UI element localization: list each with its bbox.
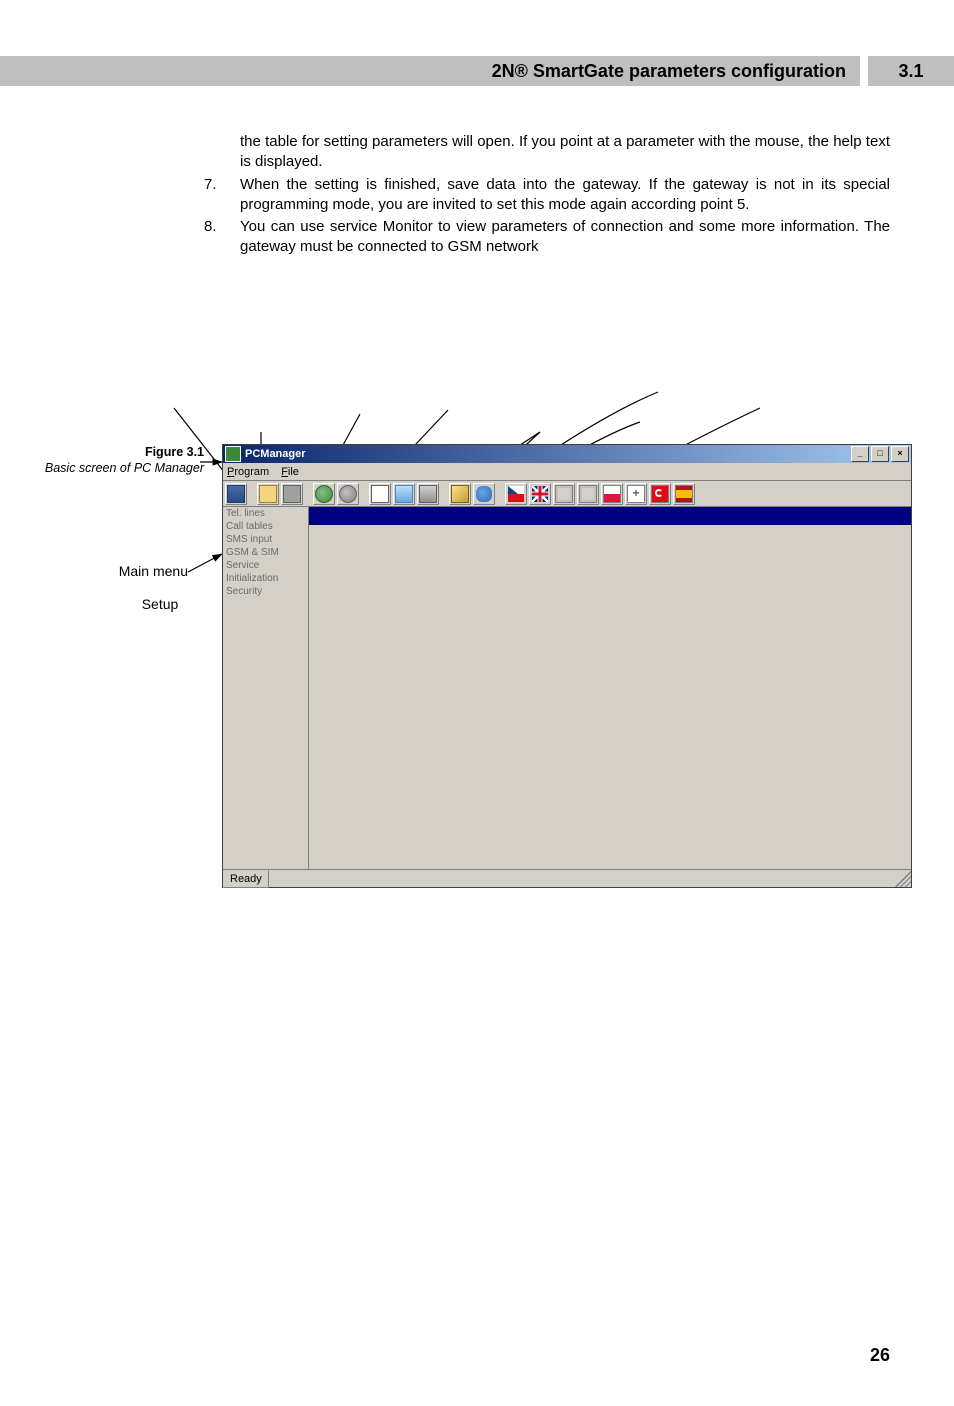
minimize-button[interactable]: _ (851, 446, 869, 462)
toolbar-open[interactable] (257, 483, 279, 505)
body-text: the table for setting parameters will op… (240, 132, 890, 258)
toolbar-lang-3[interactable] (553, 483, 575, 505)
content-header-bar (309, 507, 911, 525)
menu-program[interactable]: Program (227, 466, 269, 478)
toolbar-default-new[interactable] (369, 483, 391, 505)
toolbar-lang-tr[interactable] (649, 483, 671, 505)
save-icon (283, 485, 301, 503)
page-number: 26 (870, 1345, 890, 1366)
header-gutter (0, 56, 40, 86)
toolbar-disconnect[interactable] (337, 483, 359, 505)
load-icon (395, 485, 413, 503)
callout-main-menu: Main menu (88, 562, 188, 580)
sidebar-item-initialization[interactable]: Initialization (223, 572, 308, 585)
new-icon (371, 485, 389, 503)
toolbar-upgrade[interactable] (449, 483, 471, 505)
sidebar-item-sms-input[interactable]: SMS input (223, 533, 308, 546)
window-titlebar[interactable]: PCManager _ □ × (223, 445, 911, 463)
figure-text: Basic screen of PC Manager (45, 461, 204, 475)
app-window: PCManager _ □ × Program File (222, 444, 912, 888)
content-pane (309, 507, 911, 869)
toolbar-connect[interactable] (313, 483, 335, 505)
toolbar-lang-uk[interactable] (529, 483, 551, 505)
close-button[interactable]: × (891, 446, 909, 462)
flag-uk-icon (532, 486, 548, 502)
list-item-7: 7. When the setting is finished, save da… (240, 175, 890, 216)
connect-icon (315, 485, 333, 503)
menu-file[interactable]: File (281, 466, 299, 478)
upgrade-icon (451, 485, 469, 503)
sidebar-item-gsm-sim[interactable]: GSM & SIM (223, 546, 308, 559)
toolbar-monitoring[interactable] (473, 483, 495, 505)
disconnect-icon (339, 485, 357, 503)
menu-bar: Program File (223, 463, 911, 481)
client-area: Tel. lines Call tables SMS input GSM & S… (223, 507, 911, 869)
status-bar: Ready (223, 869, 911, 887)
toolbar-save-disc[interactable] (281, 483, 303, 505)
list-text: When the setting is finished, save data … (240, 176, 890, 213)
toolbar-lang-cz[interactable] (505, 483, 527, 505)
setup-icon (227, 485, 245, 503)
list-item-8: 8. You can use service Monitor to view p… (240, 217, 890, 258)
toolbar-lang-plus[interactable] (625, 483, 647, 505)
section-header: 2N® SmartGate parameters configuration 3… (0, 56, 954, 86)
savegw-icon (419, 485, 437, 503)
figure-caption: Figure 3.1 Basic screen of PC Manager (28, 444, 204, 477)
flag-pl-icon (603, 485, 621, 503)
paragraph-cont: the table for setting parameters will op… (240, 132, 890, 173)
header-section-number: 3.1 (868, 56, 954, 86)
flag-tr-icon (651, 485, 669, 503)
toolbar-lang-4[interactable] (577, 483, 599, 505)
flag-gray-icon (555, 485, 573, 503)
window-title: PCManager (245, 448, 306, 460)
open-icon (259, 485, 277, 503)
toolbar-lang-es[interactable] (673, 483, 695, 505)
flag-cz-icon (508, 486, 524, 502)
flag-gray-icon (579, 485, 597, 503)
sidebar-item-service[interactable]: Service (223, 559, 308, 572)
sidebar-item-security[interactable]: Security (223, 585, 308, 598)
resize-grip-icon[interactable] (895, 871, 911, 887)
list-text: You can use service Monitor to view para… (240, 218, 890, 255)
header-title: 2N® SmartGate parameters configuration (40, 56, 860, 86)
toolbar-lang-pl[interactable] (601, 483, 623, 505)
status-text: Ready (223, 870, 269, 888)
maximize-button[interactable]: □ (871, 446, 889, 462)
sidebar-item-tel-lines[interactable]: Tel. lines (223, 507, 308, 520)
list-number: 7. (204, 175, 217, 195)
figure-number: Figure 3.1 (28, 444, 204, 460)
toolbar-load-gateway[interactable] (393, 483, 415, 505)
toolbar-setup[interactable] (225, 483, 247, 505)
flag-es-icon (675, 485, 693, 503)
sidebar-main-menu: Tel. lines Call tables SMS input GSM & S… (223, 507, 309, 869)
app-icon (225, 446, 241, 462)
monitor-icon (476, 486, 492, 502)
toolbar-save-gateway[interactable] (417, 483, 439, 505)
flag-plus-icon (627, 485, 645, 503)
callout-setup: Setup (130, 596, 190, 614)
list-number: 8. (204, 217, 217, 237)
toolbar (223, 481, 911, 507)
sidebar-item-call-tables[interactable]: Call tables (223, 520, 308, 533)
